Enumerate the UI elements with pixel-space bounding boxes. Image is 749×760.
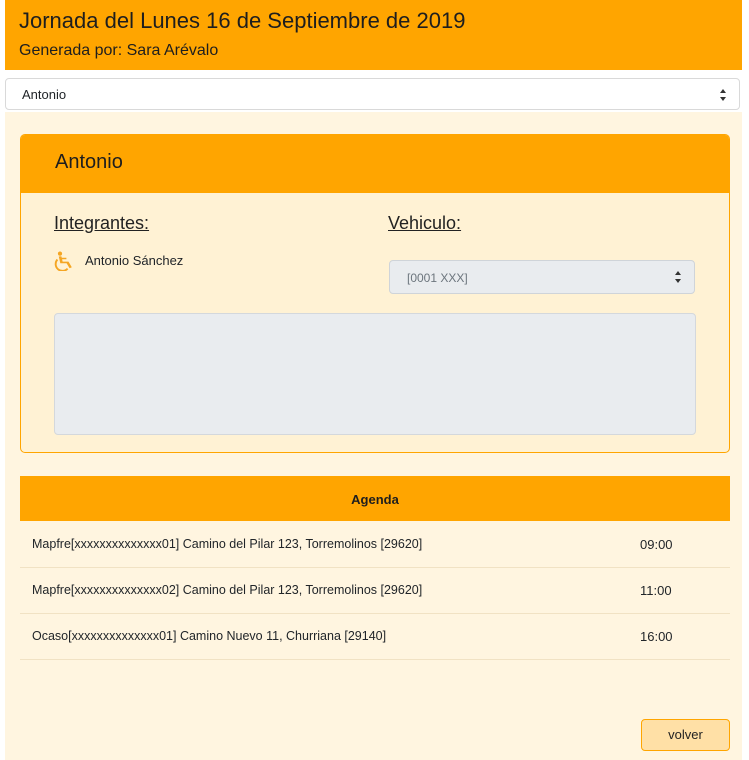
back-button[interactable]: volver xyxy=(641,719,730,751)
team-card: Antonio Integrantes: Vehiculo: Antonio S… xyxy=(20,134,730,453)
agenda-title: Agenda xyxy=(351,492,399,507)
vehicle-label: Vehiculo: xyxy=(388,213,462,233)
table-row: Mapfre[xxxxxxxxxxxxxx02] Camino del Pila… xyxy=(20,568,730,614)
agenda-row-time: 16:00 xyxy=(640,629,673,644)
agenda-row-time: 09:00 xyxy=(640,537,673,552)
page-header: Jornada del Lunes 16 de Septiembre de 20… xyxy=(5,0,742,70)
table-row: Ocaso[xxxxxxxxxxxxxx01] Camino Nuevo 11,… xyxy=(20,614,730,660)
agenda-row-description: Mapfre[xxxxxxxxxxxxxx02] Camino del Pila… xyxy=(32,583,423,597)
agenda-row-time: 11:00 xyxy=(640,583,672,598)
team-card-title: Antonio xyxy=(55,151,123,173)
team-select[interactable]: Antonio xyxy=(5,78,740,110)
select-caret-icon xyxy=(720,89,727,101)
vehicle-select-value: [0001 XXX] xyxy=(407,271,468,285)
team-card-header: Antonio xyxy=(21,135,729,193)
notes-textarea[interactable] xyxy=(54,313,696,435)
member-name: Antonio Sánchez xyxy=(85,253,184,268)
page-subtitle: Generada por: Sara Arévalo xyxy=(19,42,219,59)
table-row: Mapfre[xxxxxxxxxxxxxx01] Camino del Pila… xyxy=(20,522,730,568)
team-select-value: Antonio xyxy=(22,87,67,102)
page-title: Jornada del Lunes 16 de Septiembre de 20… xyxy=(19,8,466,33)
vehicle-select[interactable]: [0001 XXX] xyxy=(389,260,695,294)
select-caret-icon xyxy=(675,271,682,283)
agenda-row-description: Ocaso[xxxxxxxxxxxxxx01] Camino Nuevo 11,… xyxy=(32,629,387,643)
wheelchair-icon xyxy=(54,251,72,271)
members-label: Integrantes: xyxy=(54,213,150,233)
agenda-header: Agenda xyxy=(20,476,730,521)
agenda-row-description: Mapfre[xxxxxxxxxxxxxx01] Camino del Pila… xyxy=(32,537,423,551)
